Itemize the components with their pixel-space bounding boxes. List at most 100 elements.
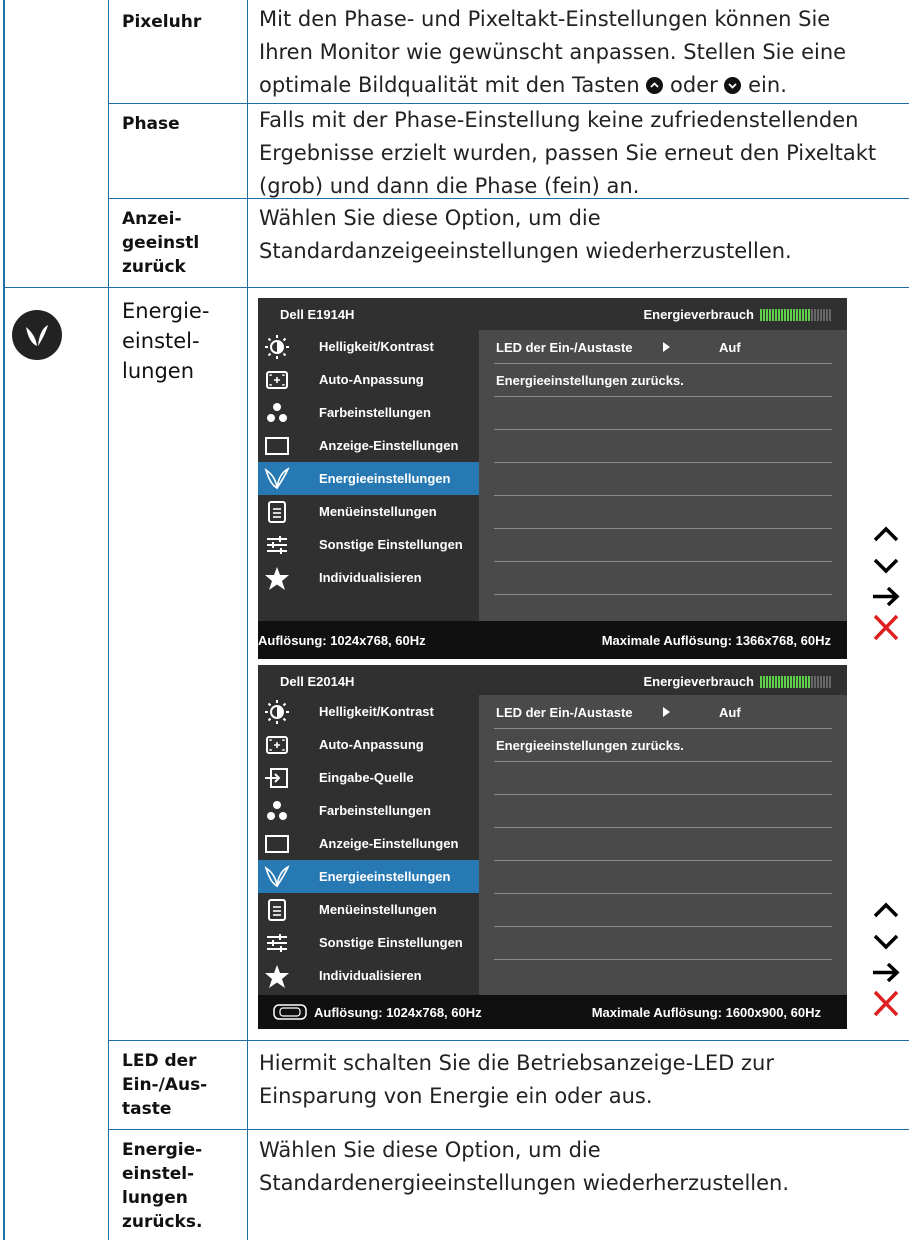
osd-menu-item-label: Anzeige-Einstellungen: [319, 836, 459, 851]
osd-footer: Auflösung: 1024x768, 60Hz Maximale Auflö…: [258, 995, 847, 1029]
energy-bar: [796, 675, 798, 688]
up-arrow-icon[interactable]: [869, 519, 903, 550]
energy-bar: [826, 308, 828, 321]
osd-menu-item-label: Eingabe-Quelle: [319, 770, 414, 785]
submenu-divider: [494, 926, 832, 927]
submenu-reset[interactable]: Energieeinstellungen zurücks.: [496, 373, 684, 388]
osd-menu-item[interactable]: Anzeige-Einstellungen: [258, 827, 479, 860]
color-icon: [264, 798, 290, 824]
osd-submenu: LED der Ein-/Austaste Auf Energieeinstel…: [479, 330, 847, 621]
energy-bar: [778, 675, 780, 688]
energy-bar: [811, 675, 813, 688]
energy-bar: [790, 675, 792, 688]
submenu-led[interactable]: LED der Ein-/Austaste: [496, 705, 633, 720]
osd-menu-item[interactable]: Helligkeit/Kontrast: [258, 330, 479, 363]
energy-bar: [787, 308, 789, 321]
osd-menu-item[interactable]: Energieeinstellungen: [258, 462, 479, 495]
energy-bar: [763, 308, 765, 321]
submenu-divider: [494, 959, 832, 960]
osd-menu-item-label: Menüeinstellungen: [319, 902, 437, 917]
energy-bar: [766, 308, 768, 321]
osd-nav-buttons-1: [869, 519, 903, 643]
star-icon: [264, 565, 290, 591]
leaf-icon: [264, 466, 290, 492]
submenu-divider: [494, 363, 832, 364]
osd-menu-item[interactable]: Menüeinstellungen: [258, 495, 479, 528]
energy-bar: [808, 675, 810, 688]
table-col-border-2: [247, 0, 248, 1240]
settings-icon: [264, 930, 290, 956]
energy-bar: [805, 675, 807, 688]
close-icon[interactable]: [869, 612, 903, 643]
osd-menu-item[interactable]: Auto-Anpassung: [258, 363, 479, 396]
osd-screenshot-e2014h: Dell E2014H Energieverbrauch LED der Ein…: [258, 665, 847, 1029]
osd-menu-item[interactable]: Sonstige Einstellungen: [258, 528, 479, 561]
submenu-arrow-icon: [663, 342, 670, 352]
osd-menu-item[interactable]: Farbeinstellungen: [258, 794, 479, 827]
energy-bar: [775, 675, 777, 688]
brightness-icon: [264, 699, 290, 725]
energy-bar: [802, 675, 804, 688]
osd-menu-item-label: Individualisieren: [319, 968, 422, 983]
osd-menu-item[interactable]: Sonstige Einstellungen: [258, 926, 479, 959]
osd-menu-item[interactable]: Individualisieren: [258, 561, 479, 594]
display-icon: [264, 831, 290, 857]
submenu-arrow-icon: [663, 707, 670, 717]
energy-bar: [769, 308, 771, 321]
osd-menu-item[interactable]: Farbeinstellungen: [258, 396, 479, 429]
submenu-divider: [494, 396, 832, 397]
up-arrow-icon[interactable]: [869, 895, 903, 926]
osd-menu-item-label: Energieeinstellungen: [319, 471, 451, 486]
osd-menu-item[interactable]: Individualisieren: [258, 959, 479, 992]
osd-menu-item[interactable]: Helligkeit/Kontrast: [258, 695, 479, 728]
osd-menu-item[interactable]: Eingabe-Quelle: [258, 761, 479, 794]
energy-bar: [760, 308, 762, 321]
osd-menu-item[interactable]: Menüeinstellungen: [258, 893, 479, 926]
brightness-icon: [264, 334, 290, 360]
submenu-divider: [494, 429, 832, 430]
energy-bar: [829, 308, 831, 321]
osd-menu-item[interactable]: Energieeinstellungen: [258, 860, 479, 893]
energy-bar: [817, 675, 819, 688]
right-arrow-icon[interactable]: [869, 581, 903, 612]
osd-menu-item-label: Energieeinstellungen: [319, 869, 451, 884]
right-arrow-icon[interactable]: [869, 957, 903, 988]
energy-bar: [829, 675, 831, 688]
submenu-led-value: Auf: [719, 340, 741, 355]
table-row-divider: [5, 287, 909, 288]
down-arrow-icon[interactable]: [869, 550, 903, 581]
submenu-divider: [494, 594, 832, 595]
osd-menu-item-label: Farbeinstellungen: [319, 803, 431, 818]
osd-menu-item-label: Individualisieren: [319, 570, 422, 585]
energy-meter: Energieverbrauch: [643, 674, 831, 689]
osd-menu-item[interactable]: Anzeige-Einstellungen: [258, 429, 479, 462]
energy-bars: [760, 308, 831, 321]
submenu-reset[interactable]: Energieeinstellungen zurücks.: [496, 738, 684, 753]
down-arrow-icon[interactable]: [869, 926, 903, 957]
row-desc-led: Hiermit schalten Sie die Betriebsanzeige…: [259, 1051, 774, 1108]
osd-main-menu: Helligkeit/Kontrast Auto-Anpassung Eingabe…: [258, 695, 479, 992]
energy-leaf-icon: [12, 310, 62, 360]
submenu-divider: [494, 728, 832, 729]
energy-bar: [784, 308, 786, 321]
submenu-divider: [494, 893, 832, 894]
row-label-anzeige-reset: Anzei- geeinstl zurück: [122, 209, 200, 277]
energy-bar: [814, 675, 816, 688]
table-col-border-1: [108, 0, 109, 1240]
energy-bar: [796, 308, 798, 321]
close-icon[interactable]: [869, 988, 903, 1019]
table-left-border: [3, 0, 5, 1240]
submenu-led[interactable]: LED der Ein-/Austaste: [496, 340, 633, 355]
energy-bar: [826, 675, 828, 688]
max-resolution-text: Maximale Auflösung: 1600x900, 60Hz: [591, 1005, 821, 1020]
energy-bar: [760, 675, 762, 688]
energy-bar: [820, 308, 822, 321]
row-label-phase: Phase: [122, 114, 180, 134]
osd-menu-item[interactable]: Auto-Anpassung: [258, 728, 479, 761]
menu-icon: [264, 499, 290, 525]
submenu-divider: [494, 462, 832, 463]
osd-menu-item-label: Anzeige-Einstellungen: [319, 438, 459, 453]
up-button-icon: [646, 77, 664, 94]
submenu-divider: [494, 761, 832, 762]
energy-bar: [778, 308, 780, 321]
